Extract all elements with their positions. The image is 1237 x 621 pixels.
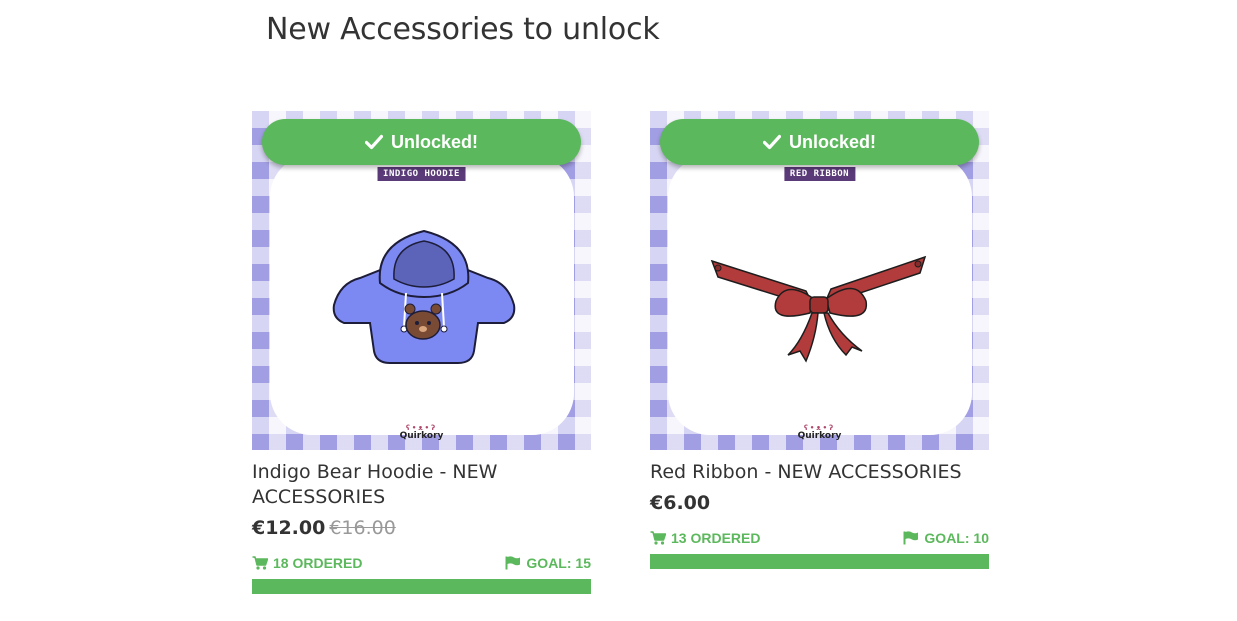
brand-logo: ʕ•ᴥ•ʔ Quirkory	[797, 424, 842, 441]
original-price: €16.00	[329, 517, 396, 539]
progress-fill	[650, 554, 989, 569]
stats-row: 18 ORDERED GOAL: 15	[252, 555, 591, 571]
goal-count: GOAL: 15	[505, 555, 591, 571]
goal-progress-bar	[650, 554, 989, 569]
price-row: €6.00	[650, 491, 989, 516]
ordered-count: 18 ORDERED	[252, 555, 362, 571]
image-name-tag: INDIGO HOODIE	[377, 167, 466, 181]
product-image[interactable]: INDIGO HOODIE ʕ•ᴥ•ʔ Quirkory Unlocked!	[252, 111, 591, 450]
price-row: €12.00 €16.00	[252, 516, 591, 541]
unlocked-label: Unlocked!	[788, 131, 876, 152]
section-title: New Accessories to unlock	[266, 12, 660, 47]
brand-logo: ʕ•ᴥ•ʔ Quirkory	[399, 424, 444, 441]
current-price: €6.00	[650, 492, 711, 514]
image-name-tag: RED RIBBON	[783, 167, 856, 181]
check-icon	[364, 134, 383, 150]
ordered-count: 13 ORDERED	[650, 530, 760, 546]
flag-icon	[505, 556, 521, 570]
ribbon-illustration	[710, 255, 927, 363]
progress-fill	[252, 579, 591, 594]
product-title[interactable]: Red Ribbon - NEW ACCESSORIES	[650, 460, 989, 485]
product-image[interactable]: RED RIBBON ʕ•ᴥ•ʔ Quirkory Unlocked!	[650, 111, 989, 450]
product-title[interactable]: Indigo Bear Hoodie - NEW ACCESSORIES	[252, 460, 591, 510]
check-icon	[762, 134, 781, 150]
cart-icon	[650, 531, 666, 545]
hoodie-illustration	[332, 229, 516, 364]
unlocked-label: Unlocked!	[390, 131, 478, 152]
goal-progress-bar	[252, 579, 591, 594]
goal-count: GOAL: 10	[903, 530, 989, 546]
stats-row: 13 ORDERED GOAL: 10	[650, 530, 989, 546]
product-card[interactable]: RED RIBBON ʕ•ᴥ•ʔ Quirkory Unlocked! Red R…	[650, 111, 989, 569]
flag-icon	[903, 531, 919, 545]
unlocked-banner: Unlocked!	[262, 119, 581, 165]
current-price: €12.00	[252, 517, 326, 539]
cart-icon	[252, 556, 268, 570]
unlocked-banner: Unlocked!	[660, 119, 979, 165]
product-card[interactable]: INDIGO HOODIE ʕ•ᴥ•ʔQuirkory Unlocked! I	[252, 111, 591, 594]
